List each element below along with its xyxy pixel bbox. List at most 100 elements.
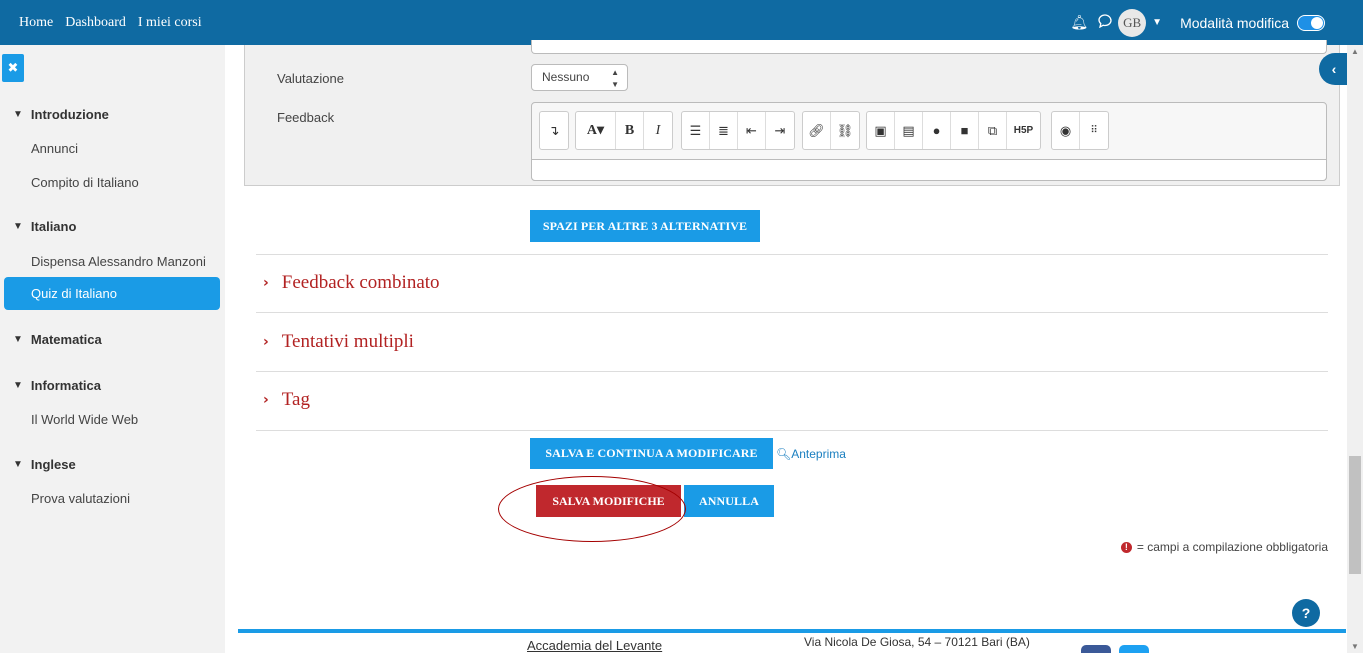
feedback-label: Feedback	[277, 110, 335, 125]
footer-org-link[interactable]: Accademia del Levante	[527, 638, 662, 653]
footer-address: Via Nicola De Giosa, 54 – 70121 Bari (BA…	[804, 635, 1030, 649]
highlight-ellipse	[498, 476, 686, 542]
section-heading: Feedback combinato	[281, 272, 440, 293]
save-continue-button[interactable]: SALVA E CONTINUA A MODIFICARE	[530, 438, 773, 469]
previous-answer-textarea[interactable]	[531, 40, 1327, 54]
section-title: Inglese	[30, 457, 76, 472]
select-arrows-icon: ▲ ▼	[611, 68, 619, 89]
media-file-icon[interactable]: ▤	[895, 112, 923, 149]
toolbar-group-media: ▣ ▤ ● ■ ⧉ H5P	[866, 111, 1041, 150]
scroll-down-arrow-icon[interactable]: ▼	[1351, 642, 1359, 651]
section-tag[interactable]: › Tag	[263, 389, 310, 411]
sidebar-section-matematica[interactable]: ▼ Matematica	[13, 332, 102, 347]
sidebar-item-world-wide-web[interactable]: Il World Wide Web	[31, 412, 138, 427]
sidebar-item-prova-valutazioni[interactable]: Prova valutazioni	[31, 491, 130, 506]
section-title: Introduzione	[30, 107, 109, 122]
sidebar-section-italiano[interactable]: ▼ Italiano	[13, 219, 76, 234]
chevron-down-icon: ▼	[13, 109, 23, 120]
chevron-down-icon: ▼	[13, 380, 23, 391]
edit-mode-toggle[interactable]	[1297, 14, 1325, 31]
unlink-icon[interactable]: ⛓︎	[831, 112, 859, 149]
section-feedback-combinato[interactable]: › Feedback combinato	[263, 272, 440, 294]
sidebar-item-quiz-italiano[interactable]: Quiz di Italiano	[4, 277, 220, 310]
section-title: Informatica	[30, 378, 101, 393]
microphone-icon[interactable]: ●	[923, 112, 951, 149]
preview-label: Anteprima	[791, 447, 846, 461]
required-note-text: = campi a compilazione obbligatoria	[1136, 540, 1328, 554]
grade-label: Valutazione	[277, 71, 344, 86]
outdent-icon[interactable]: ⇤	[738, 112, 766, 149]
italic-icon[interactable]: I	[644, 112, 672, 149]
sidebar-item-compito-italiano[interactable]: Compito di Italiano	[31, 175, 139, 190]
add-choices-button[interactable]: SPAZI PER ALTRE 3 ALTERNATIVE	[530, 210, 760, 242]
feedback-editor: ↴ A▾ B I ☰ ≣ ⇤ ⇥ 🔗︎ ⛓︎ ▣ ▤ ● ■ ⧉ H5P ◉ ⠿	[531, 102, 1327, 181]
course-index-sidebar: ✖	[0, 45, 225, 653]
required-fields-note: ! = campi a compilazione obbligatoria	[1120, 540, 1328, 554]
edit-mode-label: Modalità modifica	[1180, 14, 1289, 31]
section-heading: Tag	[281, 389, 310, 410]
toolbar-group-format: A▾ B I	[575, 111, 673, 150]
divider	[256, 430, 1328, 431]
toolbar-group-toggle: ↴	[539, 111, 569, 150]
chevron-down-icon[interactable]: ▼	[1152, 17, 1162, 28]
toggle-knob	[1311, 16, 1323, 29]
sidebar-item-dispensa-manzoni[interactable]: Dispensa Alessandro Manzoni	[31, 254, 206, 269]
sidebar-section-inglese[interactable]: ▼ Inglese	[13, 457, 76, 472]
screenreader-helper-icon[interactable]: ⠿	[1080, 112, 1108, 149]
image-icon[interactable]: ▣	[867, 112, 895, 149]
nav-my-courses-link[interactable]: I miei corsi	[138, 15, 202, 31]
bold-icon[interactable]: B	[616, 112, 644, 149]
ordered-list-icon[interactable]: ≣	[710, 112, 738, 149]
facebook-icon[interactable]	[1081, 645, 1111, 653]
user-avatar[interactable]: GB	[1118, 8, 1147, 37]
help-button[interactable]: ?	[1292, 599, 1320, 627]
toolbar-group-lists: ☰ ≣ ⇤ ⇥	[681, 111, 795, 150]
chat-bubble-icon[interactable]	[1098, 14, 1112, 31]
manage-files-icon[interactable]: ⧉	[979, 112, 1007, 149]
nav-user-area: 🔔︎ GB ▼ Modalità modifica	[1070, 0, 1325, 45]
question-mark-icon: ?	[1301, 605, 1311, 621]
grade-select[interactable]: Nessuno ▲ ▼	[531, 64, 628, 91]
h5p-icon[interactable]: H5P	[1007, 112, 1040, 149]
sidebar-item-annunci[interactable]: Annunci	[31, 141, 78, 156]
zoom-icon: 🔍︎	[776, 447, 792, 461]
top-navbar: Home Dashboard I miei corsi 🔔︎ GB ▼ Moda…	[0, 0, 1363, 45]
paragraph-style-icon[interactable]: A▾	[576, 112, 616, 149]
sidebar-section-introduzione[interactable]: ▼ Introduzione	[13, 107, 109, 122]
chevron-down-icon: ▼	[13, 334, 23, 345]
toolbar-toggle-icon[interactable]: ↴	[540, 112, 568, 149]
chevron-left-icon: ‹	[1331, 61, 1337, 77]
section-title: Matematica	[30, 332, 102, 347]
preview-link[interactable]: 🔍︎Anteprima	[776, 447, 846, 461]
open-right-drawer-button[interactable]: ‹	[1319, 53, 1349, 85]
chevron-right-icon: ›	[263, 334, 269, 350]
video-camera-icon[interactable]: ■	[951, 112, 979, 149]
toolbar-group-links: 🔗︎ ⛓︎	[802, 111, 860, 150]
unordered-list-icon[interactable]: ☰	[682, 112, 710, 149]
footer-divider	[238, 629, 1346, 633]
section-heading: Tentativi multipli	[281, 331, 414, 352]
nav-home-link[interactable]: Home	[19, 15, 53, 31]
feedback-textarea[interactable]	[531, 159, 1327, 181]
chevron-down-icon: ▼	[13, 459, 23, 470]
chevron-down-icon: ▼	[13, 221, 23, 232]
cancel-button[interactable]: ANNULLA	[684, 485, 774, 517]
link-icon[interactable]: 🔗︎	[803, 112, 831, 149]
twitter-icon[interactable]	[1119, 645, 1149, 653]
close-icon: ✖	[7, 60, 19, 75]
nav-dashboard-link[interactable]: Dashboard	[65, 15, 126, 31]
section-tentativi-multipli[interactable]: › Tentativi multipli	[263, 331, 414, 353]
scroll-up-arrow-icon[interactable]: ▲	[1351, 47, 1359, 56]
indent-icon[interactable]: ⇥	[766, 112, 794, 149]
chevron-right-icon: ›	[263, 275, 269, 291]
scrollbar-thumb[interactable]	[1349, 456, 1361, 574]
close-sidebar-button[interactable]: ✖	[2, 54, 24, 82]
accessibility-checker-icon[interactable]: ◉	[1052, 112, 1080, 149]
sidebar-section-informatica[interactable]: ▼ Informatica	[13, 378, 101, 393]
section-title: Italiano	[30, 219, 77, 234]
chevron-right-icon: ›	[263, 392, 269, 408]
divider	[256, 371, 1328, 372]
divider	[256, 312, 1328, 313]
bell-icon[interactable]: 🔔︎	[1070, 14, 1088, 31]
divider	[256, 254, 1328, 255]
